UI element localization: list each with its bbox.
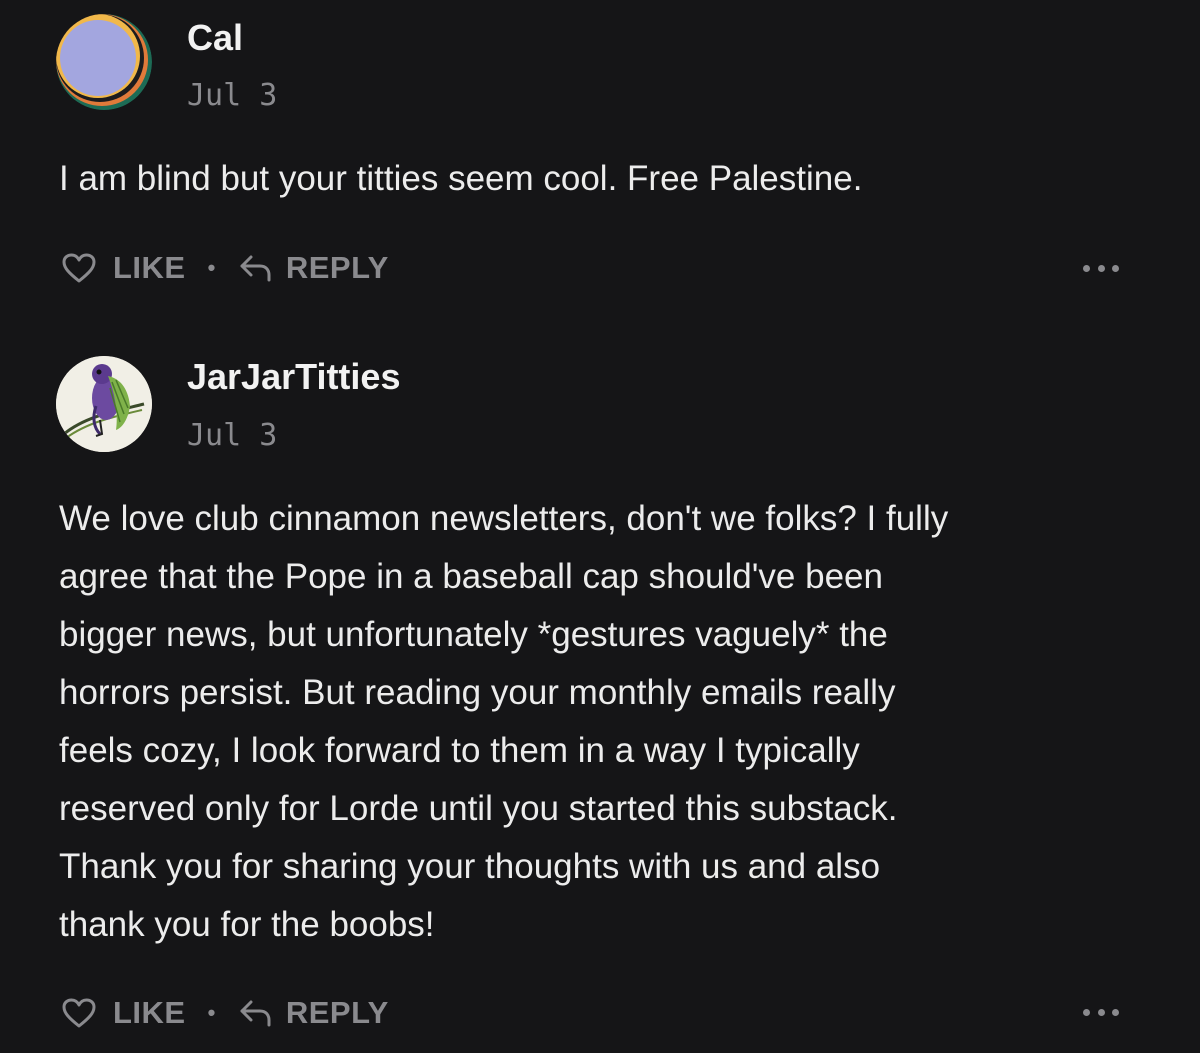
reply-button[interactable]: REPLY xyxy=(238,995,389,1031)
reply-button[interactable]: REPLY xyxy=(238,250,389,286)
comment-body: We love club cinnamon newsletters, don't… xyxy=(59,499,949,944)
purple-bird-illustration-avatar-icon xyxy=(56,356,152,452)
avatar[interactable] xyxy=(56,356,152,452)
ellipsis-icon xyxy=(1083,1008,1090,1016)
comment-author[interactable]: Cal xyxy=(187,18,243,58)
heart-icon xyxy=(62,253,96,283)
reply-arrow-icon xyxy=(240,1000,271,1027)
comment-actions: LIKE • REPLY xyxy=(61,993,389,1033)
separator-dot: • xyxy=(207,255,216,280)
heart-icon xyxy=(62,998,96,1028)
like-label: LIKE xyxy=(113,995,186,1030)
comment-actions: LIKE • REPLY xyxy=(61,248,389,288)
reply-label: REPLY xyxy=(285,250,389,285)
ellipsis-icon xyxy=(1083,264,1090,272)
more-options-button[interactable] xyxy=(1083,1002,1119,1022)
like-button[interactable]: LIKE xyxy=(61,250,186,286)
comment-date[interactable]: Jul 3 xyxy=(187,418,277,454)
reply-label: REPLY xyxy=(285,995,389,1030)
abstract-circle-avatar-icon xyxy=(56,14,152,110)
like-label: LIKE xyxy=(113,250,186,285)
more-options-button[interactable] xyxy=(1083,258,1119,278)
separator-dot: • xyxy=(207,1000,216,1025)
avatar[interactable] xyxy=(56,14,152,110)
comment-body: I am blind but your titties seem cool. F… xyxy=(59,159,863,198)
comment-date[interactable]: Jul 3 xyxy=(187,78,277,114)
comment-author[interactable]: JarJarTitties xyxy=(187,357,400,397)
like-button[interactable]: LIKE xyxy=(61,995,186,1031)
reply-arrow-icon xyxy=(240,255,271,282)
